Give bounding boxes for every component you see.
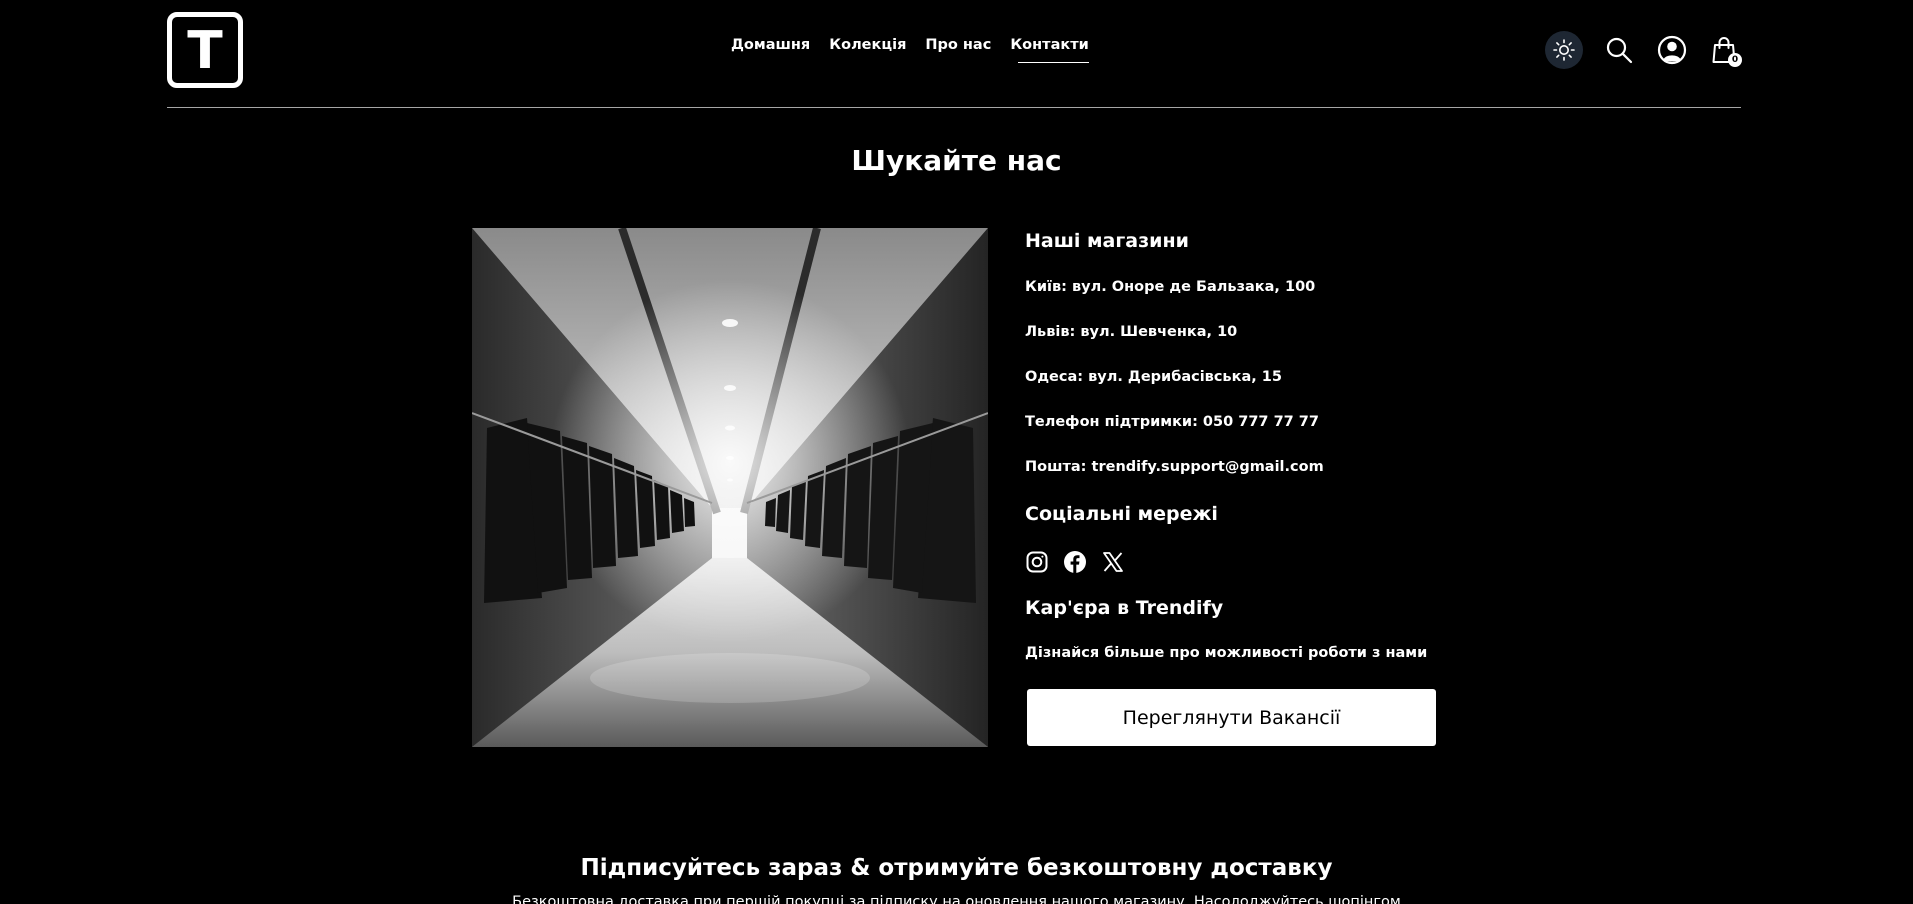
header-icons: 0 [1545,31,1742,69]
logo-letter: T [187,21,223,81]
career-title: Кар'єра в Trendify [1025,597,1224,619]
social-title: Соціальні мережі [1025,503,1218,525]
store-odesa: Одеса: вул. Дерибасівська, 15 [1025,369,1282,385]
main-nav: Домашня Колекція Про нас Контакти [731,37,1090,63]
cart-count-badge: 0 [1728,53,1742,67]
sun-icon [1553,39,1575,61]
search-icon [1606,37,1633,64]
search-button[interactable] [1604,35,1634,65]
store-lviv: Львів: вул. Шевченка, 10 [1025,324,1238,340]
logo[interactable]: T [167,12,243,88]
facebook-icon[interactable] [1063,550,1087,574]
nav-item-contacts[interactable]: Контакти [1010,37,1090,63]
support-email: Пошта: trendify.support@gmail.com [1025,459,1324,475]
store-kyiv: Київ: вул. Оноре де Бальзака, 100 [1025,279,1316,295]
view-vacancies-button[interactable]: Переглянути Вакансії [1027,689,1436,746]
cart-button[interactable]: 0 [1708,33,1742,67]
subscribe-title: Підписуйтесь зараз & отримуйте безкоштов… [580,855,1333,881]
page-title: Шукайте нас [851,144,1062,177]
subscribe-text: Безкоштовна доставка при першій покупці … [512,894,1401,904]
stores-title: Наші магазини [1025,230,1189,252]
store-corridor-image [472,228,988,747]
user-icon [1657,35,1687,65]
account-button[interactable] [1656,34,1688,66]
theme-toggle-button[interactable] [1545,31,1583,69]
store-photo-illustration [472,228,988,747]
support-phone: Телефон підтримки: 050 777 77 77 [1025,414,1319,430]
x-icon[interactable] [1101,550,1125,574]
nav-item-collection[interactable]: Колекція [829,37,906,59]
site-header: T Домашня Колекція Про нас Контакти 0 [167,0,1742,108]
social-links [1025,550,1125,574]
nav-item-about[interactable]: Про нас [925,37,991,59]
nav-item-home[interactable]: Домашня [731,37,810,59]
instagram-icon[interactable] [1025,550,1049,574]
career-text: Дізнайся більше про можливості роботи з … [1025,645,1428,661]
